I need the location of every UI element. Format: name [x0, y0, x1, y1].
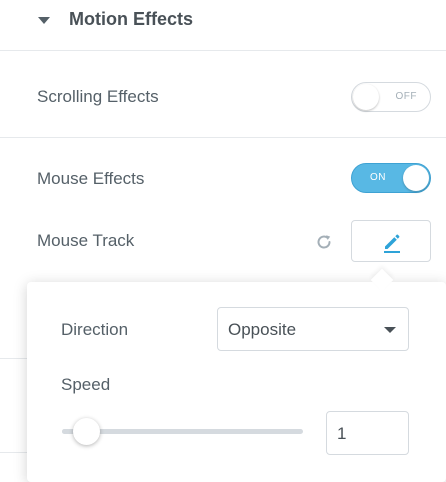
reset-icon[interactable]: [314, 232, 334, 252]
mouse-effects-label: Mouse Effects: [37, 169, 145, 188]
section-title: Motion Effects: [69, 9, 193, 29]
direction-select[interactable]: Opposite: [217, 307, 409, 351]
speed-value: 1: [337, 424, 347, 443]
speed-slider-handle[interactable]: [72, 418, 100, 445]
section-header[interactable]: Motion Effects: [0, 0, 446, 51]
pencil-icon: [384, 234, 400, 253]
scrolling-effects-label: Scrolling Effects: [37, 87, 159, 106]
switch-state-text: OFF: [395, 91, 417, 102]
edit-mouse-track-button[interactable]: [351, 220, 431, 262]
switch-knob: [353, 84, 379, 110]
scrolling-effects-switch[interactable]: OFF: [351, 82, 431, 112]
caret-down-icon: [384, 327, 396, 333]
switch-state-text: ON: [370, 172, 386, 183]
mouse-effects-switch[interactable]: ON: [351, 163, 431, 193]
mouse-track-label: Mouse Track: [37, 231, 135, 250]
speed-number-input[interactable]: 1: [326, 411, 409, 455]
speed-label: Speed: [61, 375, 111, 394]
motion-effects-panel: Motion Effects Scrolling Effects OFF Mou…: [0, 0, 446, 482]
direction-label: Direction: [61, 320, 129, 339]
direction-value: Opposite: [228, 320, 297, 339]
switch-knob: [403, 165, 429, 191]
divider: [0, 452, 27, 453]
scrolling-effects-row: Scrolling Effects OFF: [0, 51, 446, 138]
divider: [0, 358, 27, 359]
caret-down-icon[interactable]: [38, 17, 50, 24]
